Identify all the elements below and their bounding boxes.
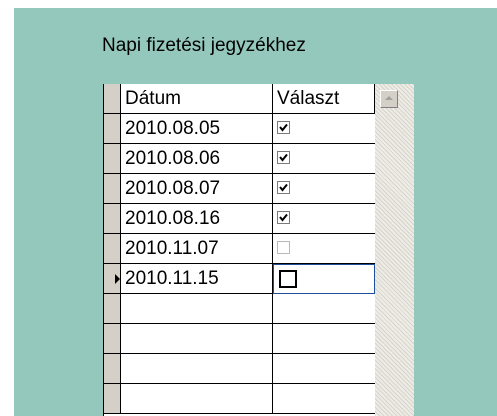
select-cell[interactable] xyxy=(273,144,375,174)
select-cell[interactable] xyxy=(273,354,375,384)
empty-row[interactable] xyxy=(104,384,375,414)
column-header-select[interactable]: Választ xyxy=(273,84,375,114)
empty-row[interactable] xyxy=(104,294,375,324)
arrow-right-icon xyxy=(115,274,120,284)
record-selector[interactable] xyxy=(104,324,121,354)
select-cell[interactable] xyxy=(273,264,375,294)
select-checkbox[interactable] xyxy=(277,151,290,164)
vertical-scrollbar[interactable] xyxy=(375,84,414,416)
checkmark-icon xyxy=(279,183,288,192)
scroll-up-button[interactable] xyxy=(380,90,398,108)
checkmark-icon xyxy=(279,123,288,132)
form-title: Napi fizetési jegyzékhez xyxy=(102,35,306,56)
triangle-up-icon xyxy=(385,96,393,100)
record-selector[interactable] xyxy=(104,264,121,294)
select-cell[interactable] xyxy=(273,174,375,204)
table-row[interactable]: 2010.08.07 xyxy=(104,174,375,204)
select-cell[interactable] xyxy=(273,324,375,354)
record-selector[interactable] xyxy=(104,174,121,204)
empty-row[interactable] xyxy=(104,324,375,354)
form-panel: Napi fizetési jegyzékhez Dátum Választ 2… xyxy=(14,8,497,416)
table-row[interactable]: 2010.08.16 xyxy=(104,204,375,234)
date-cell[interactable] xyxy=(121,354,273,384)
select-checkbox[interactable] xyxy=(277,241,290,254)
select-cell[interactable] xyxy=(273,234,375,264)
column-header-date[interactable]: Dátum xyxy=(121,84,273,114)
select-checkbox[interactable] xyxy=(279,270,297,288)
header-selector-cell xyxy=(104,84,121,114)
select-cell[interactable] xyxy=(273,384,375,414)
date-cell[interactable]: 2010.11.15 xyxy=(121,264,273,294)
date-cell[interactable]: 2010.11.07 xyxy=(121,234,273,264)
select-cell[interactable] xyxy=(273,204,375,234)
checkmark-icon xyxy=(279,153,288,162)
checkmark-icon xyxy=(279,213,288,222)
grid-header-row: Dátum Választ xyxy=(104,84,375,114)
record-selector[interactable] xyxy=(104,234,121,264)
select-checkbox[interactable] xyxy=(277,121,290,134)
record-selector[interactable] xyxy=(104,294,121,324)
select-checkbox[interactable] xyxy=(277,211,290,224)
table-row[interactable]: 2010.08.06 xyxy=(104,144,375,174)
date-cell[interactable]: 2010.08.07 xyxy=(121,174,273,204)
record-selector[interactable] xyxy=(104,204,121,234)
date-cell[interactable] xyxy=(121,294,273,324)
record-selector[interactable] xyxy=(104,384,121,414)
record-selector[interactable] xyxy=(104,354,121,384)
date-cell[interactable]: 2010.08.16 xyxy=(121,204,273,234)
table-row[interactable]: 2010.11.07 xyxy=(104,234,375,264)
empty-row[interactable] xyxy=(104,354,375,384)
select-checkbox[interactable] xyxy=(277,181,290,194)
date-cell[interactable] xyxy=(121,384,273,414)
record-selector[interactable] xyxy=(104,144,121,174)
date-cell[interactable]: 2010.08.05 xyxy=(121,114,273,144)
record-selector[interactable] xyxy=(104,114,121,144)
table-row-current[interactable]: 2010.11.15 xyxy=(104,264,375,294)
date-cell[interactable]: 2010.08.06 xyxy=(121,144,273,174)
select-cell[interactable] xyxy=(273,114,375,144)
date-cell[interactable] xyxy=(121,324,273,354)
datasheet-grid: Dátum Választ 2010.08.05 2010.08.06 2010… xyxy=(103,84,414,416)
table-row[interactable]: 2010.08.05 xyxy=(104,114,375,144)
select-cell[interactable] xyxy=(273,294,375,324)
